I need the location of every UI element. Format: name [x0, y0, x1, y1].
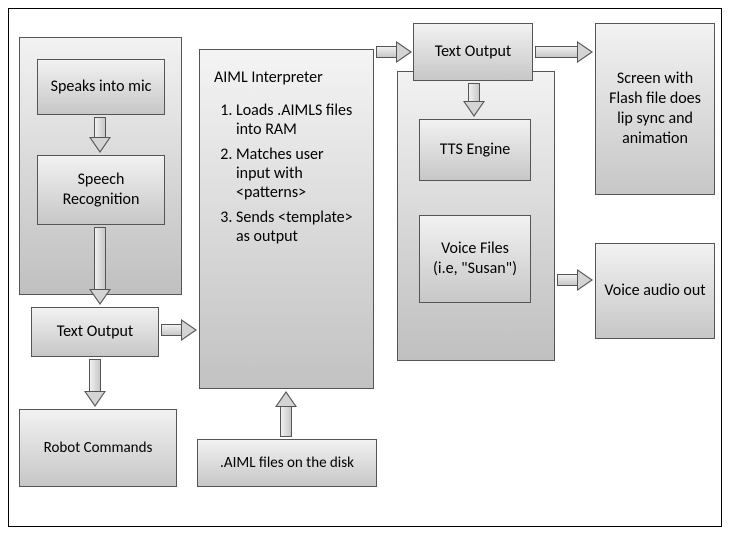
- tts-engine-box: TTS Engine: [419, 119, 531, 181]
- speech-recognition-label: Speech Recognition: [46, 170, 156, 210]
- text-output-left-box: Text Output: [31, 307, 159, 357]
- tts-engine-label: TTS Engine: [440, 140, 511, 160]
- arrow-aiml-to-text-right: [376, 41, 412, 63]
- arrow-text-to-robot: [84, 359, 106, 407]
- arrow-textright-to-screen: [535, 41, 593, 63]
- robot-commands-label: Robot Commands: [44, 439, 153, 458]
- aiml-interpreter-steps: Loads .AIMLS files into RAM Matches user…: [214, 101, 359, 246]
- arrow-disk-to-aiml: [275, 391, 297, 437]
- arrow-voice-to-audio-out: [557, 269, 593, 291]
- robot-commands-box: Robot Commands: [19, 409, 177, 487]
- aiml-interpreter-title: AIML Interpreter: [214, 68, 359, 87]
- screen-flash-box: Screen with Flash file does lip sync and…: [595, 23, 715, 195]
- aiml-step-1: Loads .AIMLS files into RAM: [236, 101, 359, 139]
- aiml-files-disk-box: .AIML files on the disk: [197, 439, 377, 487]
- aiml-step-2: Matches user input with <patterns>: [236, 145, 359, 202]
- voice-audio-out-label: Voice audio out: [604, 281, 705, 301]
- arrow-mic-to-speech: [89, 117, 111, 153]
- aiml-files-disk-label: .AIML files on the disk: [220, 454, 354, 473]
- aiml-step-3: Sends <template> as output: [236, 208, 359, 246]
- voice-audio-out-box: Voice audio out: [595, 243, 715, 339]
- diagram-frame: Speaks into mic Speech Recognition Text …: [8, 8, 722, 527]
- speech-recognition-box: Speech Recognition: [37, 155, 165, 225]
- arrow-text-to-aiml: [161, 319, 197, 341]
- arrow-text-right-to-tts: [463, 83, 485, 117]
- speaks-into-mic-box: Speaks into mic: [37, 59, 165, 115]
- arrow-speech-to-text: [89, 227, 111, 305]
- text-output-left-label: Text Output: [57, 322, 134, 342]
- aiml-interpreter-box: AIML Interpreter Loads .AIMLS files into…: [199, 49, 374, 389]
- screen-flash-label: Screen with Flash file does lip sync and…: [604, 69, 706, 149]
- voice-files-box: Voice Files (i.e, "Susan"): [419, 215, 531, 303]
- text-output-right-box: Text Output: [413, 23, 533, 81]
- text-output-right-label: Text Output: [435, 42, 512, 62]
- voice-files-label: Voice Files (i.e, "Susan"): [428, 239, 522, 279]
- speaks-into-mic-label: Speaks into mic: [51, 77, 152, 97]
